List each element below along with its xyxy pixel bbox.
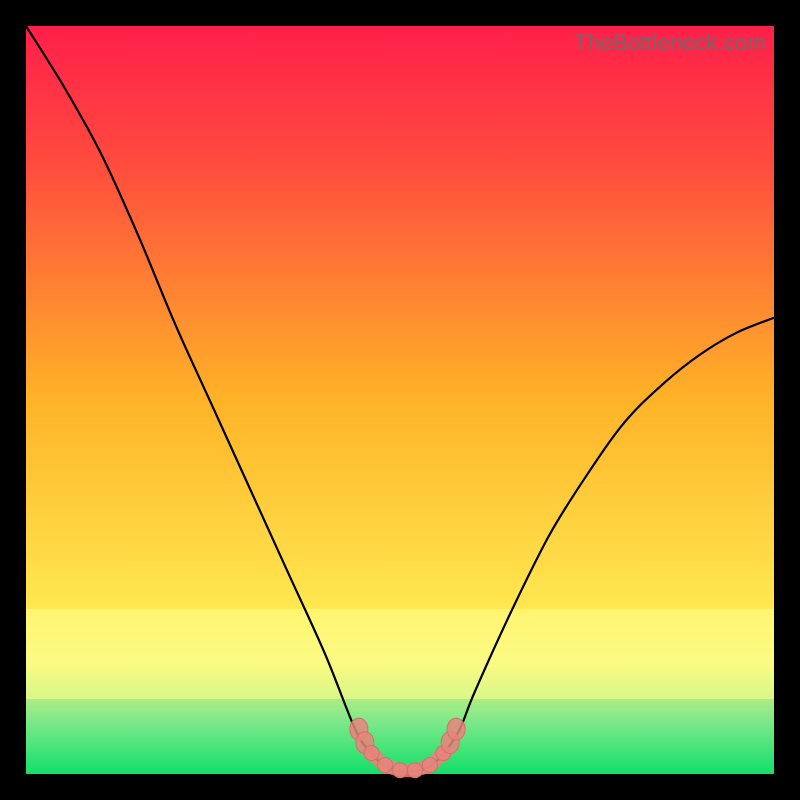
bottleneck-curve — [26, 26, 774, 772]
curve-marker — [378, 758, 393, 773]
curve-markers — [350, 718, 465, 778]
chart-svg — [26, 26, 774, 774]
curve-marker — [393, 763, 408, 778]
curve-marker — [407, 763, 422, 778]
curve-marker — [422, 758, 437, 773]
curve-marker — [447, 718, 465, 740]
curve-marker — [364, 746, 379, 761]
chart-frame: TheBottleneck.com — [0, 0, 800, 800]
chart-plot-area: TheBottleneck.com — [26, 26, 774, 774]
